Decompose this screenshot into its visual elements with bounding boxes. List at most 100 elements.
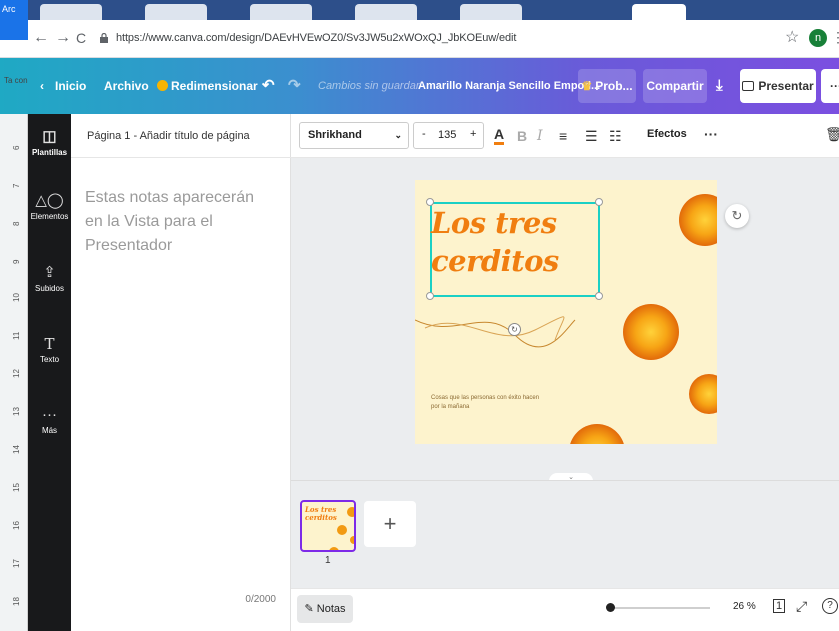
ruler-label: 17 [12,559,21,568]
title-line-1: Los tres [431,206,557,240]
page-title-field[interactable]: Página 1 - Añadir título de página [71,114,291,158]
share-button[interactable]: Compartir [643,69,707,103]
redo-icon[interactable]: ↷ [288,58,301,114]
font-size-value[interactable]: 135 [438,129,456,141]
undo-icon[interactable]: ↶ [262,58,275,114]
sidenav-label: Plantillas [31,148,68,157]
font-size-increase[interactable]: + [470,128,476,140]
overlay-app-label[interactable]: Arc [0,0,28,40]
canva-topbar: ‹ Inicio Archivo Redimensionar ↶ ↷ Cambi… [0,58,839,114]
pro-button[interactable]: ♛ Prob... [578,69,636,103]
notes-textarea[interactable]: Estas notas aparecerán en la Vista para … [85,186,275,258]
ruler-label: 11 [12,331,21,340]
bottom-bar: ✎ Notas 26 % 1 ⤢ ? [291,588,839,631]
ruler-label: 15 [12,483,21,492]
browser-tab[interactable] [250,4,312,20]
more-options-button[interactable]: ··· [821,69,839,103]
resize-handle[interactable] [426,292,434,300]
add-page-button[interactable]: + [364,501,416,547]
url-field[interactable]: https://www.canva.com/design/DAEvHVEwOZ0… [100,29,760,51]
refresh-icon[interactable]: ↻ [725,204,749,228]
ruler-label: 10 [12,293,21,302]
design-page[interactable]: Los tres cerditos ↻ Cosas que las person… [415,180,717,444]
zoom-value[interactable]: 26 % [733,601,756,612]
sidenav-item-uploads[interactable]: ⇪ Subidos [28,264,71,293]
resize-handle[interactable] [426,198,434,206]
download-icon[interactable]: ⤓ [716,58,723,114]
lock-icon [100,33,108,43]
ruler-label: 9 [12,259,21,264]
canva-sidenav: ◫ Plantillas △◯ Elementos ⇪ Subidos T Te… [28,114,71,631]
rotate-handle-icon[interactable]: ↻ [508,323,521,336]
profile-avatar[interactable]: n [809,29,827,47]
file-menu[interactable]: Archivo [104,58,149,114]
bookmark-star-icon[interactable]: ☆ [785,27,799,47]
text-icon: T [44,335,55,353]
effects-button[interactable]: Efectos [647,128,687,140]
resize-handle[interactable] [595,292,603,300]
back-chevron-icon[interactable]: ‹ [40,58,44,114]
notes-label: Notas [316,603,346,615]
zoom-slider-knob[interactable] [606,603,615,612]
sidenav-label: Texto [39,355,60,364]
sidenav-item-text[interactable]: T Texto [28,335,71,364]
help-icon[interactable]: ? [822,598,838,614]
title-line-2: cerditos [431,244,559,278]
font-size-decrease[interactable]: - [422,128,426,140]
templates-icon: ◫ [42,128,57,145]
browser-tab[interactable] [355,4,417,20]
present-button[interactable]: Presentar [740,69,816,103]
forward-icon[interactable]: → [55,28,71,48]
notes-panel: Página 1 - Añadir título de página Estas… [71,114,291,631]
more-icon: ··· [42,406,57,423]
sidenav-label: Elementos [30,212,69,221]
fullscreen-icon[interactable]: ⤢ [796,598,807,615]
chevron-down-icon: ⌄ [394,130,402,140]
text-color-icon[interactable]: A [494,126,505,145]
page-view-icon[interactable]: 1 [773,599,785,613]
trash-icon[interactable]: 🗑 [825,126,839,143]
thumbnail-flowers-image [329,507,354,550]
browser-tab[interactable] [40,4,102,20]
home-link[interactable]: Inicio [55,58,86,114]
resize-label: Redimensionar [171,79,258,93]
canvas-area: Los tres cerditos ↻ Cosas que las person… [291,158,839,483]
sidenav-item-more[interactable]: ··· Más [28,406,71,435]
present-label: Presentar [758,79,814,93]
crown-icon: ♛ [581,79,593,93]
italic-icon[interactable]: I [537,126,543,146]
sidenav-item-elements[interactable]: △◯ Elementos [28,192,71,221]
browser-tab[interactable] [145,4,207,20]
browser-tabstrip [0,0,839,20]
ruler-label: 16 [12,521,21,530]
ruler-label: 7 [12,183,21,188]
reload-icon[interactable]: C [76,28,86,48]
browser-tab-active[interactable] [632,4,686,20]
more-options-icon[interactable]: ··· [704,124,718,144]
uploads-icon: ⇪ [43,264,56,281]
browser-menu-icon[interactable]: ⋮ [831,29,839,46]
font-size-stepper: - 135 + [413,122,484,149]
pro-label: Prob... [595,79,633,93]
ruler-label: 12 [12,369,21,378]
notes-button[interactable]: ✎ Notas [297,595,353,623]
resize-handle[interactable] [595,198,603,206]
present-icon [742,81,755,91]
zoom-slider[interactable] [610,607,710,609]
document-title[interactable]: Amarillo Naranja Sencillo Empod... [418,58,600,114]
design-title[interactable]: Los tres cerditos [431,204,559,280]
design-subtitle[interactable]: Cosas que las personas con éxito hacen p… [431,394,541,412]
font-dropdown[interactable]: Shrikhand ⌄ [299,122,409,149]
browser-tab[interactable] [460,4,522,20]
page-number: 1 [325,555,331,566]
sidenav-label: Subidos [35,284,64,293]
align-icon[interactable]: ≡ [559,126,567,146]
page-thumbnail[interactable]: Los tres cerditos [300,500,356,552]
sidenav-item-templates[interactable]: ◫ Plantillas [28,128,71,157]
spacing-icon[interactable]: ☷ [609,126,622,146]
bold-icon[interactable]: B [517,126,527,146]
ruler-label: 6 [12,145,21,150]
list-icon[interactable]: ☰ [585,126,598,146]
resize-button[interactable]: Redimensionar [157,58,258,114]
back-icon[interactable]: ← [33,28,49,48]
